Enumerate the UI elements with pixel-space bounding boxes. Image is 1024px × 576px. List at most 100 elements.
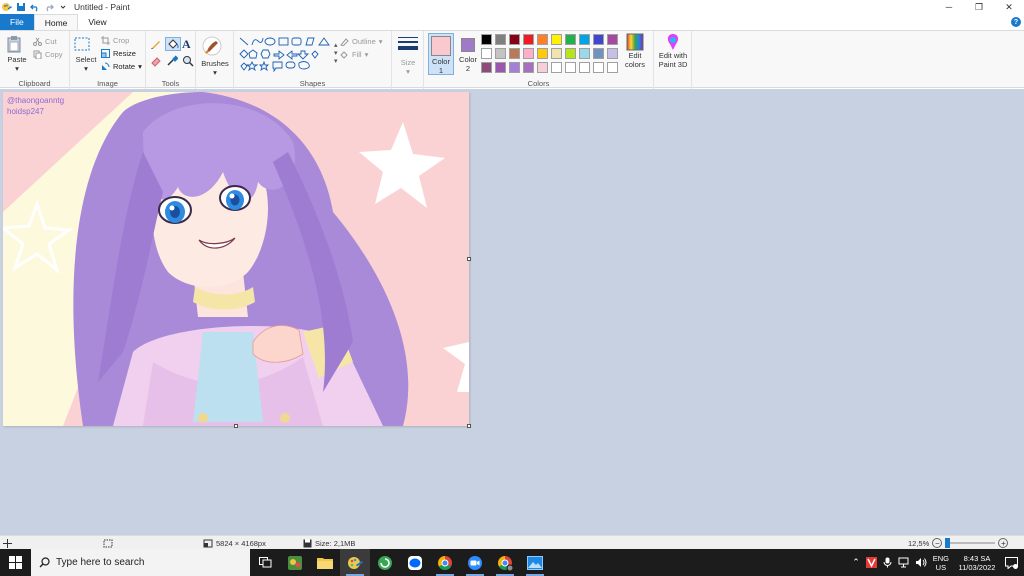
palette-swatch[interactable] bbox=[509, 48, 520, 59]
select-button[interactable]: Select ▾ bbox=[73, 35, 99, 73]
minimize-button[interactable]: ─ bbox=[934, 0, 964, 14]
vietkey-tray-icon[interactable] bbox=[865, 557, 877, 568]
taskbar-app-file-explorer[interactable] bbox=[310, 549, 340, 576]
edit-colors-button[interactable]: Edit colors bbox=[622, 33, 648, 69]
canvas-workspace[interactable]: @thaongoanntg hoidsp247 bbox=[0, 89, 1024, 535]
outline-dropdown-chevron-icon[interactable]: ▾ bbox=[379, 37, 383, 46]
palette-swatch[interactable] bbox=[551, 34, 562, 45]
volume-icon[interactable] bbox=[915, 557, 927, 568]
palette-swatch[interactable] bbox=[523, 48, 534, 59]
rotate-button[interactable]: Rotate ▾ bbox=[101, 60, 142, 73]
palette-swatch[interactable] bbox=[537, 34, 548, 45]
drawing-canvas[interactable]: @thaongoanntg hoidsp247 bbox=[3, 92, 469, 426]
edit-with-paint3d-button[interactable]: Edit with Paint 3D bbox=[655, 33, 691, 69]
palette-swatch[interactable] bbox=[537, 62, 548, 73]
palette-swatch[interactable] bbox=[565, 34, 576, 45]
save-icon[interactable] bbox=[16, 2, 26, 12]
palette-swatch[interactable] bbox=[481, 62, 492, 73]
palette-swatch[interactable] bbox=[551, 62, 562, 73]
copy-button[interactable]: Copy bbox=[33, 48, 63, 61]
notifications-icon[interactable] bbox=[1005, 556, 1018, 569]
zoom-slider-thumb[interactable] bbox=[945, 538, 951, 548]
fill-dropdown-chevron-icon[interactable]: ▾ bbox=[365, 50, 369, 59]
size-dropdown-chevron-icon[interactable]: ▾ bbox=[396, 67, 420, 76]
show-hidden-icons-chevron-icon[interactable]: ⌃ bbox=[852, 557, 860, 568]
tab-file[interactable]: File bbox=[0, 14, 34, 30]
taskbar-app-zalo[interactable] bbox=[400, 549, 430, 576]
select-dropdown-chevron-icon[interactable]: ▾ bbox=[73, 64, 99, 73]
undo-icon[interactable] bbox=[30, 2, 40, 12]
redo-icon[interactable] bbox=[44, 2, 54, 12]
size-button[interactable]: Size ▾ bbox=[396, 36, 420, 76]
paste-button[interactable]: Paste ▾ bbox=[5, 35, 29, 73]
fill-button[interactable]: Fill ▾ bbox=[340, 48, 383, 61]
cut-button[interactable]: Cut bbox=[33, 35, 63, 48]
palette-swatch[interactable] bbox=[509, 62, 520, 73]
palette-swatch[interactable] bbox=[607, 62, 618, 73]
help-icon[interactable]: ? bbox=[1011, 17, 1021, 27]
resize-handle-right[interactable] bbox=[467, 257, 471, 261]
palette-swatch[interactable] bbox=[495, 34, 506, 45]
text-tool-icon[interactable]: A bbox=[182, 38, 196, 50]
paste-dropdown-chevron-icon[interactable]: ▾ bbox=[5, 64, 29, 73]
resize-handle-bottom[interactable] bbox=[234, 424, 238, 428]
palette-swatch[interactable] bbox=[523, 34, 534, 45]
palette-swatch[interactable] bbox=[495, 48, 506, 59]
taskbar-app-refresh[interactable] bbox=[370, 549, 400, 576]
shapes-gallery-chevron-icon[interactable]: ▴ ▾ ▾ bbox=[334, 41, 338, 65]
pencil-icon[interactable] bbox=[150, 38, 162, 50]
customize-qat-chevron-icon[interactable] bbox=[58, 2, 68, 12]
restore-button[interactable]: ❐ bbox=[964, 0, 994, 14]
palette-swatch[interactable] bbox=[481, 34, 492, 45]
zoom-out-button[interactable]: − bbox=[932, 538, 943, 548]
palette-swatch[interactable] bbox=[593, 48, 604, 59]
brushes-button[interactable]: Brushes ▾ bbox=[201, 35, 229, 77]
taskbar-app-photos[interactable] bbox=[520, 549, 550, 576]
fill-bucket-icon[interactable] bbox=[165, 37, 181, 51]
palette-swatch[interactable] bbox=[579, 34, 590, 45]
palette-swatch[interactable] bbox=[593, 34, 604, 45]
palette-swatch[interactable] bbox=[565, 48, 576, 59]
palette-swatch[interactable] bbox=[607, 34, 618, 45]
palette-swatch[interactable] bbox=[607, 48, 618, 59]
shapes-gallery[interactable] bbox=[238, 36, 338, 72]
taskbar-app-paint[interactable] bbox=[340, 549, 370, 576]
resize-button[interactable]: Resize bbox=[101, 47, 142, 60]
resize-handle-corner[interactable] bbox=[467, 424, 471, 428]
magnifier-icon[interactable] bbox=[182, 55, 194, 67]
palette-swatch[interactable] bbox=[593, 62, 604, 73]
rotate-dropdown-chevron-icon[interactable]: ▾ bbox=[138, 62, 142, 71]
palette-swatch[interactable] bbox=[495, 62, 506, 73]
palette-swatch[interactable] bbox=[551, 48, 562, 59]
close-button[interactable]: ✕ bbox=[994, 0, 1024, 14]
language-indicator[interactable]: ENG US bbox=[933, 554, 949, 572]
taskbar-app-chrome[interactable] bbox=[430, 549, 460, 576]
tab-view[interactable]: View bbox=[78, 14, 116, 30]
crop-button[interactable]: Crop bbox=[101, 34, 142, 47]
palette-swatch[interactable] bbox=[579, 48, 590, 59]
zoom-slider[interactable] bbox=[945, 538, 996, 548]
color2-button[interactable]: Color 2 bbox=[456, 33, 480, 75]
taskbar-app-chrome-profile[interactable] bbox=[490, 549, 520, 576]
brushes-dropdown-chevron-icon[interactable]: ▾ bbox=[201, 68, 229, 77]
palette-swatch[interactable] bbox=[579, 62, 590, 73]
clock[interactable]: 8:43 SA 11/03/2022 bbox=[955, 554, 999, 572]
color-picker-icon[interactable] bbox=[166, 55, 178, 67]
palette-swatch[interactable] bbox=[481, 48, 492, 59]
palette-swatch[interactable] bbox=[565, 62, 576, 73]
eraser-icon[interactable] bbox=[150, 55, 162, 67]
taskbar-search-box[interactable]: Type here to search bbox=[31, 549, 250, 576]
palette-swatch[interactable] bbox=[509, 34, 520, 45]
palette-swatch[interactable] bbox=[537, 48, 548, 59]
start-button[interactable] bbox=[0, 549, 31, 576]
task-view-button[interactable] bbox=[250, 549, 280, 576]
color1-button[interactable]: Color 1 bbox=[428, 33, 454, 75]
taskbar-app-game[interactable] bbox=[280, 549, 310, 576]
taskbar-app-zoom[interactable] bbox=[460, 549, 490, 576]
zoom-in-button[interactable]: + bbox=[998, 538, 1009, 548]
microphone-icon[interactable] bbox=[883, 557, 892, 568]
palette-swatch[interactable] bbox=[523, 62, 534, 73]
outline-button[interactable]: Outline ▾ bbox=[340, 35, 383, 48]
network-icon[interactable] bbox=[898, 557, 909, 568]
tab-home[interactable]: Home bbox=[33, 14, 79, 30]
